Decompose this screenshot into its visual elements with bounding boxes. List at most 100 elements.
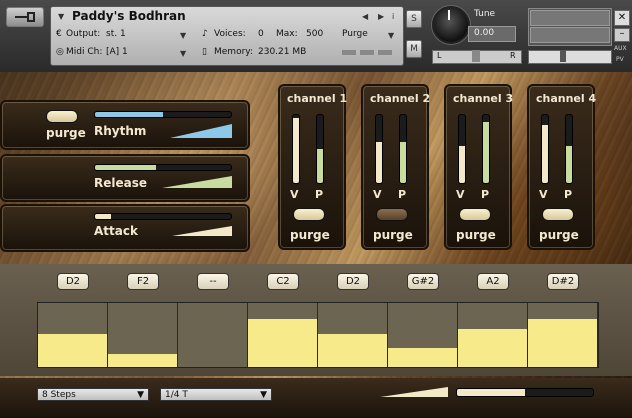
voices-label: Voices: — [214, 29, 246, 39]
close-icon[interactable]: ✕ — [614, 10, 630, 26]
pan-left-label: L — [437, 51, 442, 60]
step-level-bar — [248, 319, 317, 367]
wrench-icon[interactable] — [6, 7, 44, 27]
step-level-bar — [528, 319, 597, 367]
pan-fader[interactable] — [399, 114, 407, 184]
step-note-button[interactable]: A2 — [477, 273, 509, 290]
step-level-bar — [318, 333, 387, 367]
volume-fader[interactable] — [375, 114, 383, 184]
midi-icon: ◎ — [56, 47, 64, 57]
next-instrument-icon[interactable]: ▶ — [378, 12, 384, 21]
swing-ramp-icon — [380, 387, 448, 397]
pan-fader[interactable] — [482, 114, 490, 184]
channel-label: channel 3 — [453, 92, 514, 105]
volume-label: V — [539, 188, 548, 201]
step-column[interactable] — [108, 303, 178, 367]
voices-icon: ♪ — [202, 29, 208, 39]
output-dropdown-icon[interactable]: ▼ — [180, 31, 186, 40]
rhythm-ramp-icon — [170, 124, 232, 138]
channel-purge-toggle[interactable] — [293, 208, 325, 221]
attack-label: Attack — [94, 224, 138, 238]
channel-panel — [444, 84, 512, 250]
volume-label: V — [373, 188, 382, 201]
rate-select[interactable]: 1/4 T ▼ — [160, 388, 272, 401]
volume-handle[interactable] — [560, 50, 566, 62]
mute-button[interactable]: M — [406, 40, 422, 58]
channel-purge-toggle[interactable] — [542, 208, 574, 221]
collapse-arrow-icon[interactable]: ▼ — [58, 12, 64, 21]
step-level-bar — [388, 348, 457, 367]
midi-label: Midi Ch: — [66, 47, 103, 57]
channel-panel — [361, 84, 429, 250]
rhythm-purge-toggle[interactable] — [46, 110, 78, 123]
rhythm-label: Rhythm — [94, 124, 147, 138]
swing-slider[interactable] — [456, 388, 594, 397]
volume-slider[interactable] — [528, 50, 612, 64]
step-column[interactable] — [38, 303, 108, 367]
pan-handle[interactable] — [472, 50, 480, 62]
prev-instrument-icon[interactable]: ◀ — [362, 12, 368, 21]
pan-label: P — [564, 188, 573, 201]
volume-fader[interactable] — [292, 114, 300, 184]
channel-purge-label: purge — [373, 228, 413, 242]
attack-ramp-icon — [172, 226, 232, 236]
step-note-button[interactable]: -- — [197, 273, 229, 290]
aux-button[interactable]: AUX — [614, 45, 627, 52]
step-column[interactable] — [178, 303, 248, 367]
step-note-button[interactable]: D2 — [57, 273, 89, 290]
purge-indicator-2 — [360, 50, 374, 55]
rate-dropdown-icon: ▼ — [260, 390, 267, 400]
minimize-icon[interactable]: – — [614, 28, 630, 42]
pan-fader[interactable] — [316, 114, 324, 184]
step-note-button[interactable]: C2 — [267, 273, 299, 290]
step-level-bar — [458, 328, 527, 367]
channel-label: channel 1 — [287, 92, 348, 105]
step-column[interactable] — [248, 303, 318, 367]
output-icon: € — [56, 29, 62, 39]
max-voices-field[interactable]: 500 — [306, 29, 323, 39]
pan-label: P — [315, 188, 324, 201]
release-label: Release — [94, 176, 148, 190]
step-column[interactable] — [528, 303, 598, 367]
memory-icon: ▯ — [202, 47, 207, 57]
step-note-button[interactable]: D2 — [337, 273, 369, 290]
midi-dropdown-icon[interactable]: ▼ — [180, 49, 186, 58]
volume-fader[interactable] — [458, 114, 466, 184]
step-level-bar — [38, 333, 107, 367]
pan-fader[interactable] — [565, 114, 573, 184]
pan-right-label: R — [510, 51, 516, 60]
step-note-button[interactable]: F2 — [127, 273, 159, 290]
rhythm-slider[interactable] — [94, 111, 232, 118]
voices-value: 0 — [258, 29, 264, 39]
solo-button[interactable]: S — [406, 10, 422, 28]
steps-select[interactable]: 8 Steps ▼ — [37, 388, 149, 401]
release-slider[interactable] — [94, 164, 232, 171]
rate-select-value: 1/4 T — [165, 390, 188, 400]
volume-label: V — [456, 188, 465, 201]
volume-label: V — [290, 188, 299, 201]
tune-knob-indicator — [448, 10, 450, 20]
purge-menu[interactable]: Purge — [342, 29, 368, 39]
channel-panel — [278, 84, 346, 250]
step-column[interactable] — [318, 303, 388, 367]
memory-value: 230.21 MB — [258, 47, 307, 57]
attack-slider[interactable] — [94, 213, 232, 220]
memory-label: Memory: — [214, 47, 253, 57]
tune-knob[interactable] — [432, 6, 470, 44]
channel-purge-toggle[interactable] — [376, 208, 408, 221]
info-icon[interactable]: i — [392, 12, 394, 21]
steps-dropdown-icon: ▼ — [137, 390, 144, 400]
volume-fader[interactable] — [541, 114, 549, 184]
pv-button[interactable]: PV — [616, 56, 624, 63]
step-note-button[interactable]: G#2 — [407, 273, 439, 290]
midi-channel-select[interactable]: [A] 1 — [106, 47, 128, 57]
step-column[interactable] — [458, 303, 528, 367]
purge-dropdown-icon[interactable]: ▼ — [388, 31, 394, 40]
instrument-name[interactable]: Paddy's Bodhran — [72, 9, 186, 23]
meter-left-channel — [530, 10, 610, 26]
tune-value[interactable]: 0.00 — [474, 28, 494, 38]
output-select[interactable]: st. 1 — [106, 29, 126, 39]
step-note-button[interactable]: D#2 — [547, 273, 579, 290]
channel-purge-toggle[interactable] — [459, 208, 491, 221]
step-column[interactable] — [388, 303, 458, 367]
